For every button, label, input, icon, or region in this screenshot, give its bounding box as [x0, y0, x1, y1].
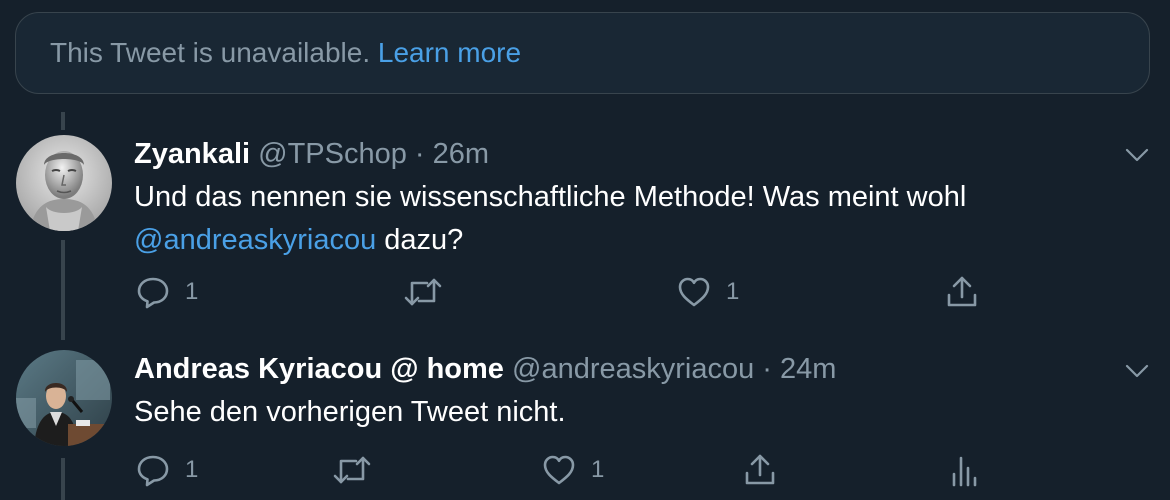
share-upload-icon: [944, 274, 980, 310]
unavailable-tweet-notice: This Tweet is unavailable. Learn more: [15, 12, 1150, 94]
tweet-timestamp[interactable]: 26m: [433, 138, 489, 170]
like-count: 1: [726, 278, 739, 306]
thread-line-bottom: [61, 458, 65, 500]
reply-count: 1: [185, 456, 198, 484]
chevron-down-icon[interactable]: [1117, 350, 1157, 390]
tweet-timestamp[interactable]: 24m: [780, 353, 836, 385]
bust-statue-avatar-image: [16, 135, 112, 231]
reply-button[interactable]: 1: [135, 450, 198, 490]
bar-chart-icon: [946, 452, 982, 488]
author-handle[interactable]: @TPSchop: [258, 138, 407, 170]
author-handle[interactable]: @andreaskyriacou: [512, 353, 754, 385]
author-name[interactable]: Zyankali: [134, 138, 250, 170]
retweet-button[interactable]: [403, 272, 457, 312]
mention-link[interactable]: @andreaskyriacou: [134, 224, 376, 256]
retweet-arrows-icon: [403, 274, 443, 310]
learn-more-link[interactable]: Learn more: [378, 37, 521, 68]
speech-bubble-icon: [135, 274, 171, 310]
share-upload-icon: [742, 452, 778, 488]
speaker-photo-avatar-image: [16, 350, 112, 446]
share-button[interactable]: [944, 272, 980, 312]
like-count: 1: [591, 456, 604, 484]
thread-line-middle: [61, 240, 65, 340]
unavailable-text: This Tweet is unavailable.: [50, 37, 370, 68]
retweet-button[interactable]: [332, 450, 386, 490]
reply-count: 1: [185, 278, 198, 306]
retweet-arrows-icon: [332, 452, 372, 488]
tweet-text-part: dazu?: [376, 224, 463, 256]
like-button[interactable]: 1: [676, 272, 739, 312]
thread-line-top: [61, 112, 65, 130]
tweet-header: Zyankali @TPSchop · 26m: [134, 138, 489, 171]
header-separator: ·: [762, 353, 772, 385]
tweet-text: Und das nennen sie wissenschaftliche Met…: [134, 176, 1094, 262]
heart-icon: [541, 452, 577, 488]
analytics-button[interactable]: [946, 450, 982, 490]
header-separator: ·: [415, 138, 425, 170]
tweet-text: Sehe den vorherigen Tweet nicht.: [134, 391, 1094, 434]
tweet-header: Andreas Kyriacou @ home @andreaskyriacou…: [134, 353, 836, 386]
heart-icon: [676, 274, 712, 310]
reply-button[interactable]: 1: [135, 272, 198, 312]
author-name[interactable]: Andreas Kyriacou @ home: [134, 353, 504, 385]
share-button[interactable]: [742, 450, 778, 490]
unavailable-message: This Tweet is unavailable. Learn more: [50, 37, 521, 69]
tweet-text-part: Und das nennen sie wissenschaftliche Met…: [134, 181, 966, 213]
speech-bubble-icon: [135, 452, 171, 488]
like-button[interactable]: 1: [541, 450, 604, 490]
avatar-andreaskyriacou[interactable]: [16, 350, 112, 446]
avatar-zyankali[interactable]: [16, 135, 112, 231]
chevron-down-icon[interactable]: [1117, 134, 1157, 174]
